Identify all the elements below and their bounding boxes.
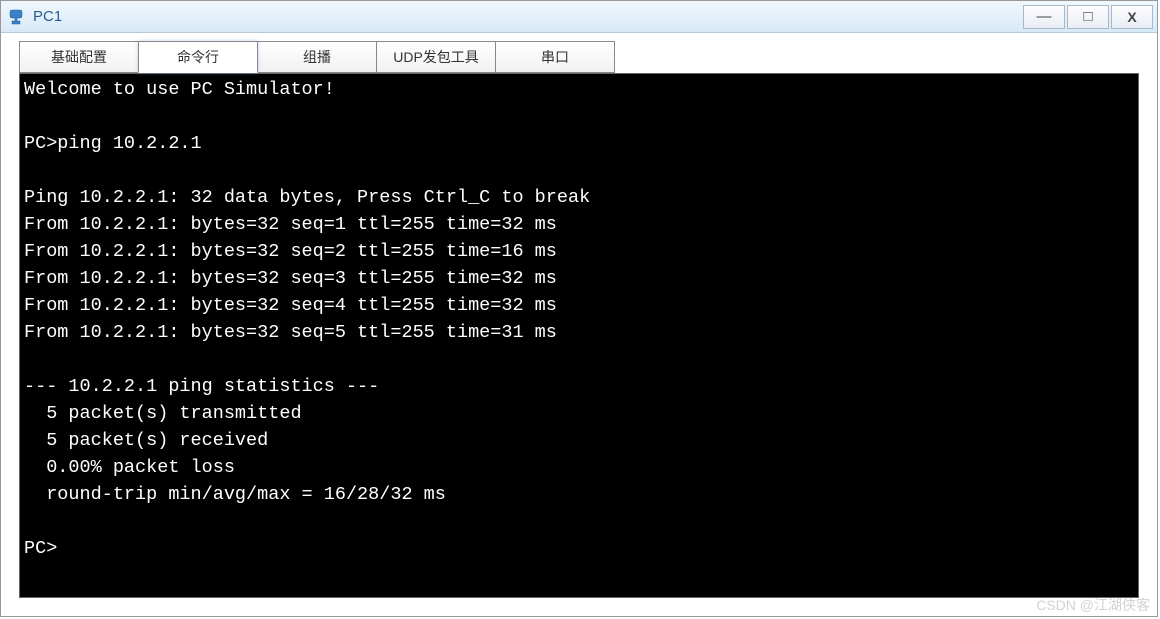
maximize-button[interactable]: □ <box>1067 5 1109 29</box>
terminal-container: Welcome to use PC Simulator! PC>ping 10.… <box>1 73 1157 616</box>
tab-serial[interactable]: 串口 <box>495 41 615 73</box>
tab-command-line[interactable]: 命令行 <box>138 41 258 73</box>
terminal-output[interactable]: Welcome to use PC Simulator! PC>ping 10.… <box>19 73 1139 598</box>
watermark-text: CSDN @江湖侠客 <box>1036 595 1150 615</box>
minimize-button[interactable]: — <box>1023 5 1065 29</box>
app-icon <box>5 6 27 28</box>
close-button[interactable]: X <box>1111 5 1153 29</box>
window-controls: — □ X <box>1023 5 1153 29</box>
tab-udp-tool[interactable]: UDP发包工具 <box>376 41 496 73</box>
titlebar[interactable]: PC1 — □ X <box>1 1 1157 33</box>
tabs-row: 基础配置 命令行 组播 UDP发包工具 串口 <box>1 33 1157 73</box>
tab-multicast[interactable]: 组播 <box>257 41 377 73</box>
window-title: PC1 <box>33 8 1023 25</box>
tab-basic-config[interactable]: 基础配置 <box>19 41 139 73</box>
app-window: PC1 — □ X 基础配置 命令行 组播 UDP发包工具 串口 Welcome… <box>0 0 1158 617</box>
